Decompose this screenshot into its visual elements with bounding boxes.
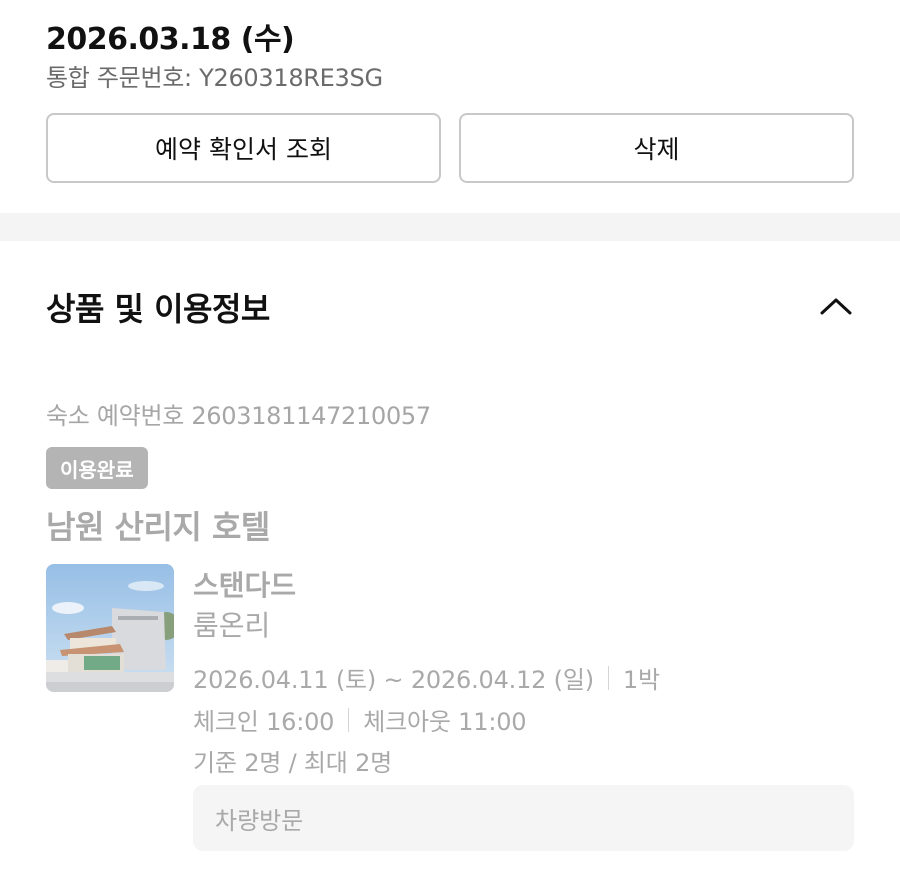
hotel-name[interactable]: 남원 산리지 호텔: [46, 502, 270, 548]
section-divider: [0, 213, 900, 241]
checkout-time: 체크아웃 11:00: [363, 708, 527, 736]
reservation-number: 숙소 예약번호 2603181147210057: [46, 402, 431, 430]
order-date: 2026.03.18 (수): [46, 22, 295, 57]
room-option: 룸온리: [193, 609, 271, 642]
nights: 1박: [622, 666, 660, 694]
delete-button[interactable]: 삭제: [459, 113, 854, 183]
hotel-thumbnail[interactable]: [46, 564, 174, 692]
visit-method: 차량방문: [215, 806, 304, 835]
visit-method-box: 차량방문: [193, 785, 854, 851]
stay-dates: 2026.04.11 (토) ~ 2026.04.12 (일): [193, 666, 594, 694]
chevron-up-icon: [820, 298, 852, 315]
room-type: 스탠다드: [193, 569, 297, 602]
order-detail-page: 2026.03.18 (수) 통합 주문번호: Y260318RE3SG 예약 …: [0, 0, 900, 891]
check-times-line: 체크인 16:00 체크아웃 11:00: [193, 702, 527, 737]
order-number: 통합 주문번호: Y260318RE3SG: [46, 64, 383, 92]
view-confirmation-button[interactable]: 예약 확인서 조회: [46, 113, 441, 183]
separator: [348, 707, 350, 732]
stay-period-line: 2026.04.11 (토) ~ 2026.04.12 (일) 1박: [193, 660, 660, 695]
section-title: 상품 및 이용정보: [46, 290, 270, 328]
status-badge: 이용완료: [46, 447, 148, 489]
separator: [607, 665, 609, 690]
hotel-photo-image: [46, 564, 174, 692]
occupancy: 기준 2명 / 최대 2명: [193, 749, 393, 777]
checkin-time: 체크인 16:00: [193, 708, 335, 736]
collapse-toggle-button[interactable]: [814, 286, 858, 326]
